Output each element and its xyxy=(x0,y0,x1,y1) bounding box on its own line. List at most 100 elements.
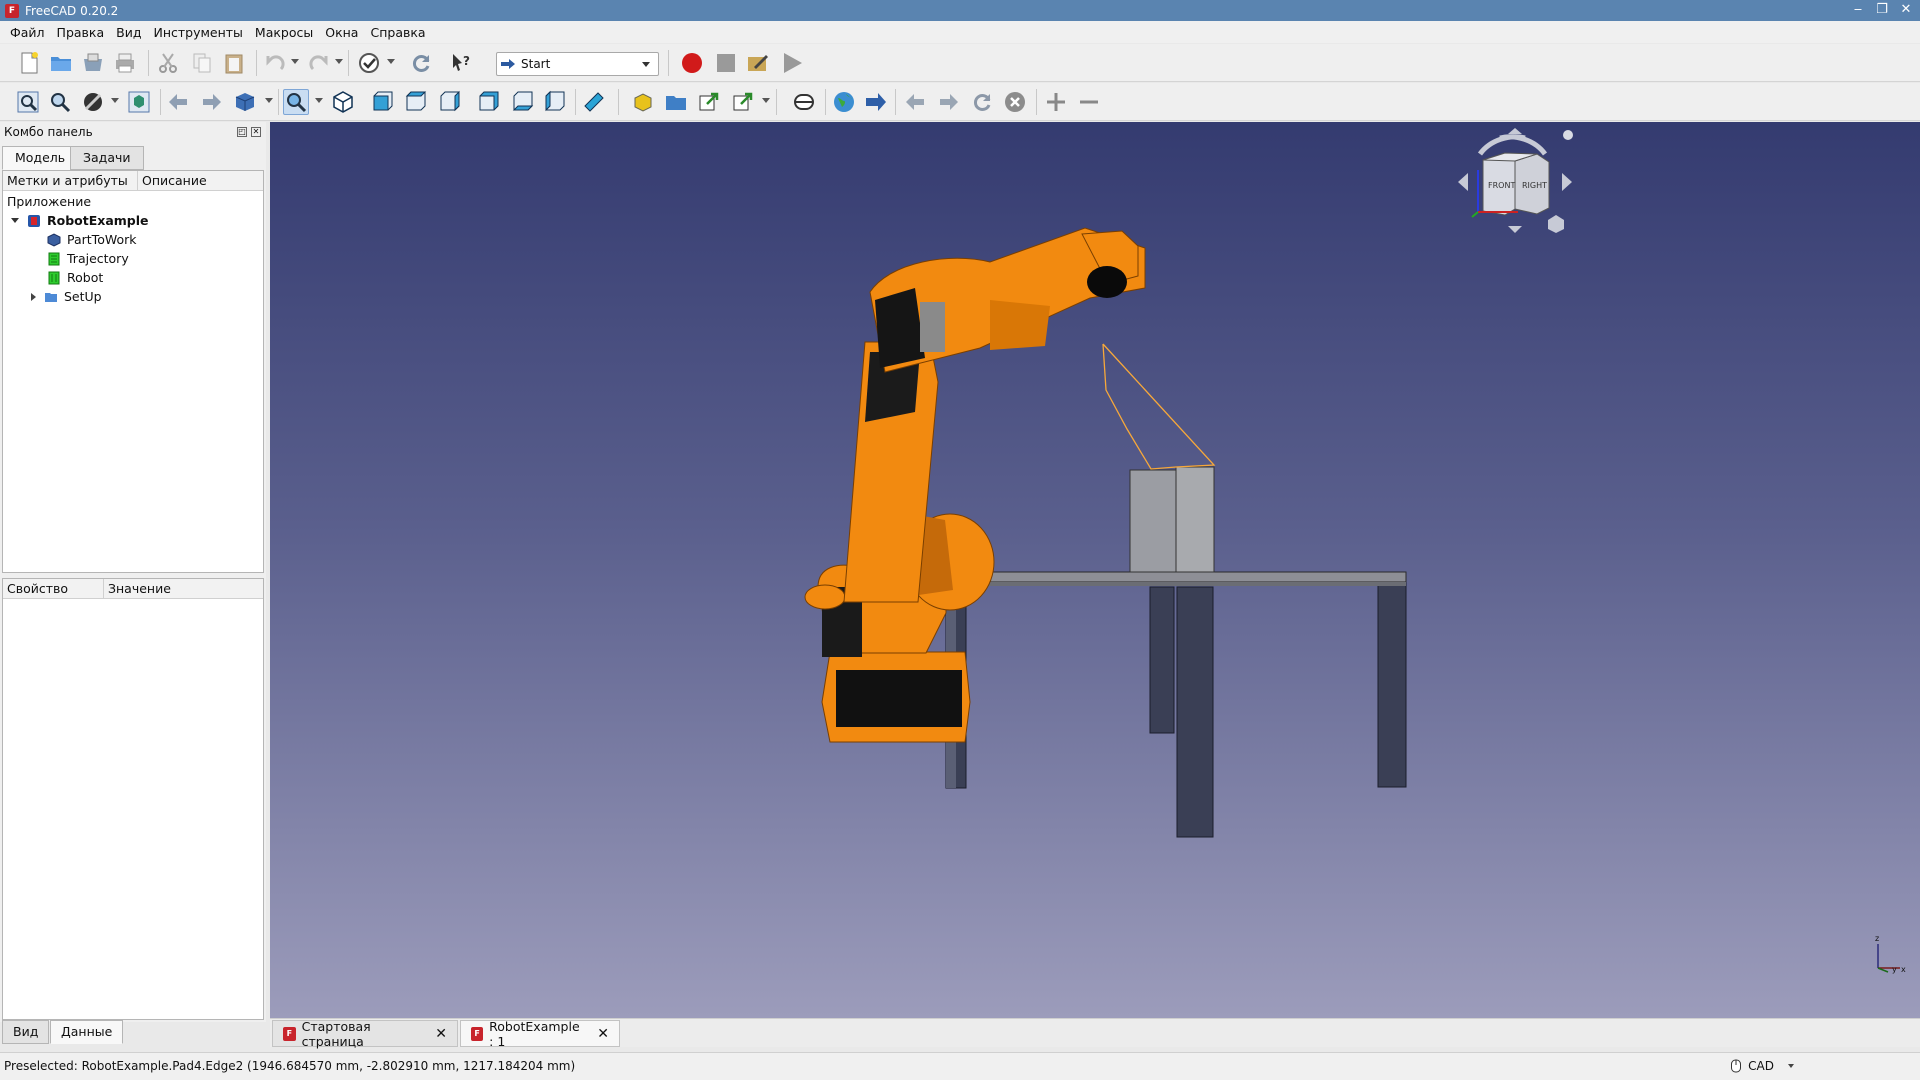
web-back-icon[interactable] xyxy=(903,89,929,115)
fit-selection-icon[interactable] xyxy=(47,89,73,115)
new-document-button[interactable] xyxy=(16,50,42,76)
tree-root-application: Приложение xyxy=(7,194,92,209)
menu-file[interactable]: Файл xyxy=(4,25,51,40)
back-arrow-icon[interactable] xyxy=(166,89,192,115)
tree-item-robotexample[interactable]: RobotExample xyxy=(11,211,149,230)
navigation-style-selector[interactable]: CAD xyxy=(1730,1052,1794,1080)
title-bar: F FreeCAD 0.20.2 ‒ ❐ ✕ xyxy=(0,0,1920,21)
save-button[interactable] xyxy=(80,50,106,76)
bounding-box-icon[interactable] xyxy=(126,89,152,115)
tree-item-robot[interactable]: Robot xyxy=(47,268,103,287)
navcube-front-label: FRONT xyxy=(1488,181,1515,190)
tab-start-page[interactable]: F Стартовая страница ✕ xyxy=(272,1018,458,1049)
open-folder-icon[interactable] xyxy=(48,50,74,76)
workbench-select[interactable]: Start xyxy=(496,52,659,76)
tab-label: RobotExample : 1 xyxy=(489,1018,580,1049)
fit-all-icon[interactable] xyxy=(15,89,41,115)
navigation-cube[interactable]: FRONT RIGHT xyxy=(1450,128,1580,238)
freecad-logo-icon: F xyxy=(5,3,19,18)
refresh-icon[interactable] xyxy=(408,50,434,76)
macro-record-check-icon[interactable] xyxy=(356,50,382,76)
menu-tools[interactable]: Инструменты xyxy=(147,25,248,40)
close-window-button[interactable]: ✕ xyxy=(1894,0,1918,21)
left-view-icon[interactable] xyxy=(541,89,567,115)
3d-viewport[interactable]: FRONT RIGHT z y x xyxy=(270,122,1920,1018)
macro-stop-button[interactable] xyxy=(713,50,739,76)
part-to-work[interactable] xyxy=(1129,466,1215,573)
navcube-right-label: RIGHT xyxy=(1522,181,1547,190)
chevron-down-icon xyxy=(642,62,650,67)
cut-icon[interactable] xyxy=(155,50,181,76)
close-tab-icon[interactable]: ✕ xyxy=(597,1026,609,1042)
zoom-icon[interactable] xyxy=(283,89,309,115)
toggle-clipping-icon[interactable] xyxy=(791,89,817,115)
menu-help[interactable]: Справка xyxy=(364,25,431,40)
robot-arm[interactable] xyxy=(804,227,1146,743)
copy-icon[interactable] xyxy=(189,50,215,76)
measure-distance-icon[interactable] xyxy=(581,89,607,115)
create-group-icon[interactable] xyxy=(663,89,689,115)
tab-data[interactable]: Данные xyxy=(50,1020,124,1044)
expand-arrow-icon[interactable] xyxy=(31,292,36,301)
web-stop-icon[interactable] xyxy=(1002,89,1028,115)
create-part-icon[interactable] xyxy=(630,89,656,115)
tab-view[interactable]: Вид xyxy=(2,1020,50,1044)
web-browser-globe-icon[interactable] xyxy=(831,89,857,115)
right-view-icon[interactable] xyxy=(436,89,462,115)
macro-record-button[interactable] xyxy=(679,50,705,76)
rear-view-icon[interactable] xyxy=(475,89,501,115)
web-open-arrow-icon[interactable] xyxy=(863,89,889,115)
front-view-icon[interactable] xyxy=(369,89,395,115)
top-view-icon[interactable] xyxy=(402,89,428,115)
web-forward-icon[interactable] xyxy=(935,89,961,115)
close-tab-icon[interactable]: ✕ xyxy=(435,1026,447,1042)
bottom-view-icon[interactable] xyxy=(509,89,535,115)
menu-macros[interactable]: Макросы xyxy=(249,25,319,40)
tree-item-parttowork[interactable]: PartToWork xyxy=(47,230,137,249)
tab-label: Стартовая страница xyxy=(301,1018,371,1049)
whats-this-icon[interactable]: ? xyxy=(448,50,474,76)
property-header-value[interactable]: Значение xyxy=(103,579,263,599)
window-title: FreeCAD 0.20.2 xyxy=(25,3,119,18)
tree-item-setup[interactable]: SetUp xyxy=(31,287,102,306)
tree-header-description[interactable]: Описание xyxy=(137,171,263,191)
menu-view[interactable]: Вид xyxy=(110,25,147,40)
tab-tasks[interactable]: Задачи xyxy=(70,146,144,170)
axis-z-label: z xyxy=(1875,934,1879,943)
make-link-icon[interactable] xyxy=(696,89,722,115)
minimize-button[interactable]: ‒ xyxy=(1846,0,1870,21)
web-refresh-icon[interactable] xyxy=(969,89,995,115)
scene-canvas[interactable] xyxy=(270,122,1920,1018)
paste-icon[interactable] xyxy=(221,50,247,76)
expand-arrow-icon[interactable] xyxy=(11,218,19,223)
isometric-view-icon[interactable] xyxy=(330,89,356,115)
undo-icon[interactable] xyxy=(262,50,288,76)
tab-model[interactable]: Модель xyxy=(2,146,79,170)
menu-edit[interactable]: Правка xyxy=(51,25,111,40)
macro-edit-button[interactable] xyxy=(745,50,771,76)
tree-item-trajectory[interactable]: Trajectory xyxy=(47,249,129,268)
tree-header-labels[interactable]: Метки и атрибуты xyxy=(3,171,137,191)
redo-icon[interactable] xyxy=(306,50,332,76)
status-bar: Preselected: RobotExample.Pad4.Edge2 (19… xyxy=(0,1052,1920,1080)
web-zoom-out-icon[interactable] xyxy=(1076,89,1102,115)
float-panel-icon[interactable]: ◰ xyxy=(237,127,247,137)
svg-text:?: ? xyxy=(463,54,470,68)
axis-x-label: x xyxy=(1901,965,1906,974)
property-header-name[interactable]: Свойство xyxy=(3,579,103,599)
macro-play-button[interactable] xyxy=(779,50,805,76)
mouse-icon xyxy=(1731,1059,1742,1073)
print-button[interactable] xyxy=(112,50,138,76)
tab-robotexample[interactable]: F RobotExample : 1 ✕ xyxy=(460,1018,620,1049)
work-table[interactable] xyxy=(945,571,1407,838)
close-panel-icon[interactable]: ✕ xyxy=(251,127,261,137)
draw-style-icon[interactable] xyxy=(80,89,106,115)
trajectory-path[interactable] xyxy=(1102,343,1216,470)
web-zoom-in-icon[interactable] xyxy=(1043,89,1069,115)
navigation-style-label: CAD xyxy=(1748,1059,1774,1073)
menu-windows[interactable]: Окна xyxy=(319,25,364,40)
std-views-icon[interactable] xyxy=(232,89,258,115)
restore-button[interactable]: ❐ xyxy=(1870,0,1894,21)
link-actions-icon[interactable] xyxy=(730,89,756,115)
forward-arrow-icon[interactable] xyxy=(198,89,224,115)
